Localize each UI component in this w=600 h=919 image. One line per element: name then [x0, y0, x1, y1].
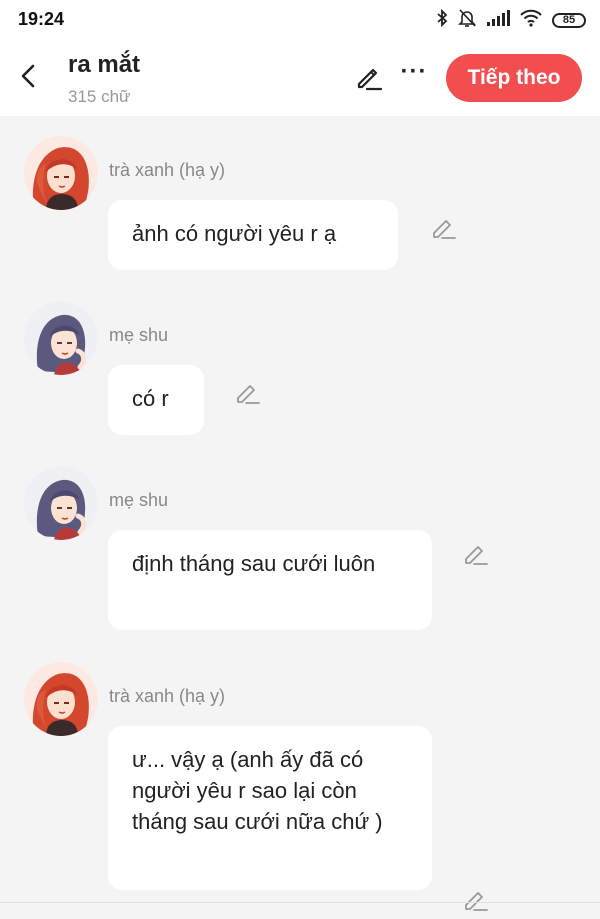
status-icons: 85 — [436, 8, 586, 32]
page-title: ra mắt — [68, 51, 141, 78]
edit-message-button[interactable] — [234, 379, 262, 407]
pencil-icon — [465, 892, 488, 911]
status-time: 19:24 — [18, 9, 65, 29]
next-button[interactable]: Tiếp theo — [446, 54, 582, 102]
sender-name: mẹ shu — [109, 490, 169, 510]
purple-hair-woman-avatar-icon — [24, 301, 98, 375]
message-bubble[interactable]: có r — [108, 365, 204, 435]
word-count: 315 chữ — [68, 87, 131, 106]
edit-message-button[interactable] — [462, 886, 490, 914]
sender-name: trà xanh (hạ y) — [109, 160, 226, 180]
chat-message: trà xanh (hạ y) ảnh có người yêu r ạ — [0, 136, 600, 270]
bluetooth-icon — [436, 8, 448, 32]
purple-hair-woman-avatar-icon — [24, 466, 98, 540]
battery-icon: 85 — [552, 12, 586, 28]
chat-message: mẹ shu định tháng sau cưới luôn — [0, 466, 600, 630]
avatar[interactable] — [24, 466, 98, 540]
avatar[interactable] — [24, 301, 98, 375]
more-options-button[interactable]: ··· — [400, 58, 428, 90]
pencil-icon — [357, 68, 383, 91]
chat-list: trà xanh (hạ y) ảnh có người yêu r ạ mẹ … — [0, 116, 600, 911]
message-bubble[interactable]: định tháng sau cưới luôn — [108, 530, 432, 630]
sender-name: mẹ shu — [109, 325, 169, 345]
bell-off-icon — [457, 8, 477, 33]
edit-message-button[interactable] — [430, 214, 458, 242]
edit-message-button[interactable] — [462, 540, 490, 568]
wifi-icon — [519, 9, 543, 32]
avatar[interactable] — [24, 136, 98, 210]
top-bar: ra mắt 315 chữ ··· Tiếp theo — [0, 40, 600, 116]
red-hair-girl-avatar-icon — [24, 136, 98, 210]
signal-icon — [486, 9, 510, 31]
chevron-left-icon — [21, 64, 35, 88]
message-bubble[interactable]: ư... vậy ạ (anh ấy đã có người yêu r sao… — [108, 726, 432, 890]
sender-name: trà xanh (hạ y) — [109, 686, 226, 706]
back-button[interactable] — [12, 58, 44, 94]
red-hair-girl-avatar-icon — [24, 662, 98, 736]
avatar[interactable] — [24, 662, 98, 736]
chat-message: mẹ shu có r — [0, 301, 600, 435]
pencil-icon — [433, 220, 456, 239]
edit-button[interactable] — [354, 62, 386, 94]
divider — [0, 902, 600, 903]
status-bar: 19:24 85 — [0, 0, 600, 40]
chat-message: trà xanh (hạ y) ư... vậy ạ (anh ấy đã có… — [0, 662, 600, 911]
pencil-icon — [465, 546, 488, 565]
message-bubble[interactable]: ảnh có người yêu r ạ — [108, 200, 398, 270]
pencil-icon — [237, 385, 260, 404]
